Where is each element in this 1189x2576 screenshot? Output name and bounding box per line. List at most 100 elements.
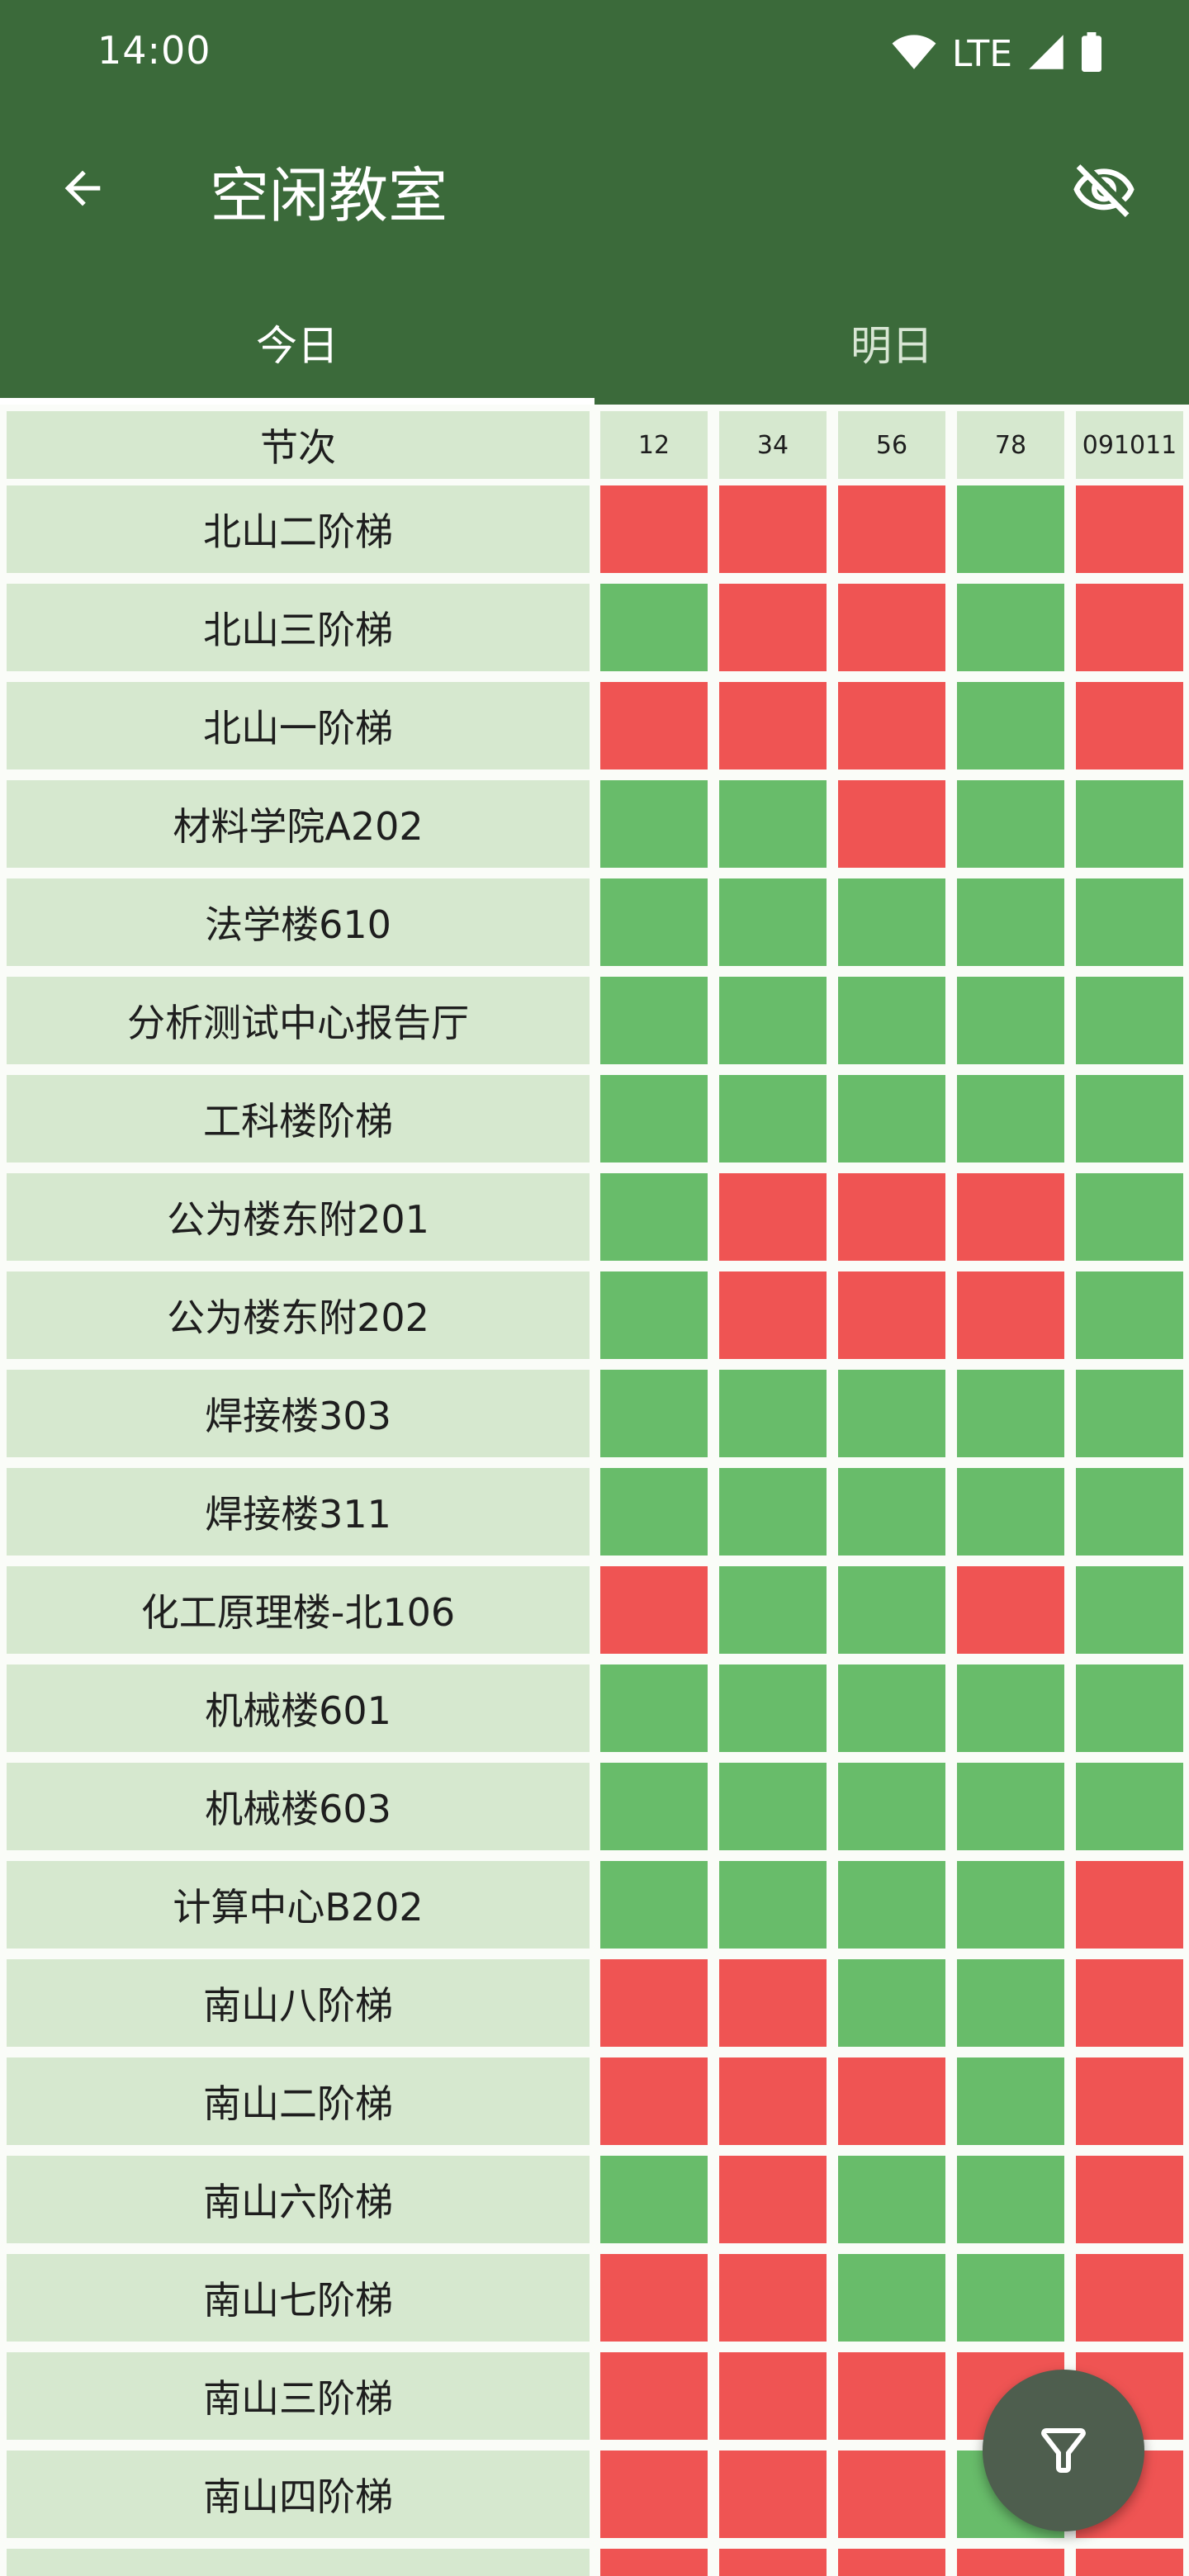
availability-cell-free: [957, 1075, 1064, 1163]
availability-cell-free: [719, 1468, 827, 1556]
availability-cell-busy: [957, 1271, 1064, 1359]
availability-cell-free: [838, 977, 945, 1064]
tab-indicator: [0, 398, 594, 405]
availability-cell-free: [957, 1664, 1064, 1752]
availability-cell-busy: [719, 2156, 827, 2243]
period-header: 34: [719, 411, 827, 479]
classroom-row: [0, 2549, 1189, 2576]
availability-cell-free: [600, 584, 708, 671]
classroom-row: 南山七阶梯: [0, 2254, 1189, 2342]
filter-icon: [1041, 2427, 1086, 2473]
grid-header-row: 节次 12 34 56 78 091011: [0, 411, 1189, 479]
classroom-row: 机械楼603: [0, 1763, 1189, 1850]
availability-cell-free: [1076, 1566, 1183, 1654]
availability-cell-free: [600, 1370, 708, 1457]
period-header: 12: [600, 411, 708, 479]
availability-cell-busy: [957, 1173, 1064, 1261]
period-header: 56: [838, 411, 945, 479]
classroom-name: 化工原理楼-北106: [7, 1566, 590, 1654]
status-bar: 14:00 LTE: [0, 0, 1189, 107]
availability-cell-free: [600, 878, 708, 966]
tab-tomorrow[interactable]: 明日: [594, 281, 1189, 405]
availability-cell-free: [719, 1861, 827, 1949]
availability-cell-busy: [1076, 1959, 1183, 2047]
availability-cell-free: [719, 1763, 827, 1850]
availability-cell-free: [957, 2254, 1064, 2342]
availability-cell-busy: [600, 1959, 708, 2047]
tab-today[interactable]: 今日: [0, 281, 594, 405]
availability-cell-busy: [838, 780, 945, 868]
availability-cell-free: [957, 1959, 1064, 2047]
availability-cell-free: [600, 1664, 708, 1752]
availability-cell-free: [838, 1566, 945, 1654]
availability-cell-free: [719, 780, 827, 868]
wifi-icon: [891, 33, 937, 74]
availability-cell-free: [838, 1075, 945, 1163]
availability-cell-busy: [1076, 2549, 1183, 2576]
classroom-row: 北山二阶梯: [0, 485, 1189, 573]
availability-cell-free: [957, 1763, 1064, 1850]
availability-cell-busy: [600, 2254, 708, 2342]
availability-cell-free: [719, 977, 827, 1064]
availability-cell-free: [957, 1861, 1064, 1949]
availability-cell-busy: [838, 1173, 945, 1261]
availability-cell-busy: [1076, 2254, 1183, 2342]
classroom-name: 分析测试中心报告厅: [7, 977, 590, 1064]
availability-cell-busy: [838, 2451, 945, 2538]
toggle-visibility-button[interactable]: [1067, 154, 1141, 228]
availability-cell-free: [600, 977, 708, 1064]
availability-cell-busy: [838, 485, 945, 573]
availability-cell-busy: [1076, 2057, 1183, 2145]
availability-cell-free: [957, 977, 1064, 1064]
availability-cell-free: [1076, 1173, 1183, 1261]
availability-cell-free: [1076, 1271, 1183, 1359]
availability-cell-free: [838, 2254, 945, 2342]
availability-cell-free: [600, 1468, 708, 1556]
classroom-row: 材料学院A202: [0, 780, 1189, 868]
classroom-row: 北山一阶梯: [0, 682, 1189, 769]
availability-cell-busy: [719, 2549, 827, 2576]
availability-cell-busy: [719, 682, 827, 769]
filter-button[interactable]: [983, 2370, 1144, 2531]
availability-cell-busy: [600, 1566, 708, 1654]
availability-cell-busy: [838, 2549, 945, 2576]
classroom-row: 法学楼610: [0, 878, 1189, 966]
availability-cell-busy: [957, 2549, 1064, 2576]
availability-cell-busy: [600, 485, 708, 573]
eye-off-icon: [1073, 164, 1135, 217]
availability-cell-free: [719, 1664, 827, 1752]
classroom-row: 机械楼601: [0, 1664, 1189, 1752]
availability-cell-free: [1076, 1664, 1183, 1752]
availability-cell-busy: [719, 584, 827, 671]
availability-cell-free: [838, 1664, 945, 1752]
availability-cell-free: [957, 682, 1064, 769]
availability-cell-busy: [838, 2352, 945, 2440]
period-header: 091011: [1076, 411, 1183, 479]
classroom-name: 机械楼601: [7, 1664, 590, 1752]
classroom-name: 南山三阶梯: [7, 2352, 590, 2440]
availability-cell-free: [1076, 977, 1183, 1064]
classroom-row: 公为楼东附201: [0, 1173, 1189, 1261]
classroom-grid: 节次 12 34 56 78 091011 北山二阶梯 北山三阶梯 北山一阶梯 材料学…: [0, 405, 1189, 2576]
availability-cell-free: [957, 1468, 1064, 1556]
availability-cell-free: [838, 2156, 945, 2243]
availability-cell-busy: [600, 2057, 708, 2145]
availability-cell-busy: [600, 682, 708, 769]
availability-cell-busy: [1076, 1861, 1183, 1949]
back-button[interactable]: [48, 154, 117, 223]
availability-cell-busy: [719, 1271, 827, 1359]
availability-cell-busy: [600, 2451, 708, 2538]
availability-cell-free: [1076, 1763, 1183, 1850]
availability-cell-busy: [719, 2057, 827, 2145]
availability-cell-free: [1076, 878, 1183, 966]
network-type-label: LTE: [951, 32, 1012, 75]
classroom-name: 北山一阶梯: [7, 682, 590, 769]
signal-icon: [1027, 33, 1065, 74]
availability-cell-free: [838, 878, 945, 966]
availability-cell-busy: [719, 485, 827, 573]
classroom-name: 材料学院A202: [7, 780, 590, 868]
availability-cell-free: [838, 1370, 945, 1457]
availability-cell-free: [957, 2057, 1064, 2145]
classroom-row: 南山六阶梯: [0, 2156, 1189, 2243]
availability-cell-free: [600, 1763, 708, 1850]
